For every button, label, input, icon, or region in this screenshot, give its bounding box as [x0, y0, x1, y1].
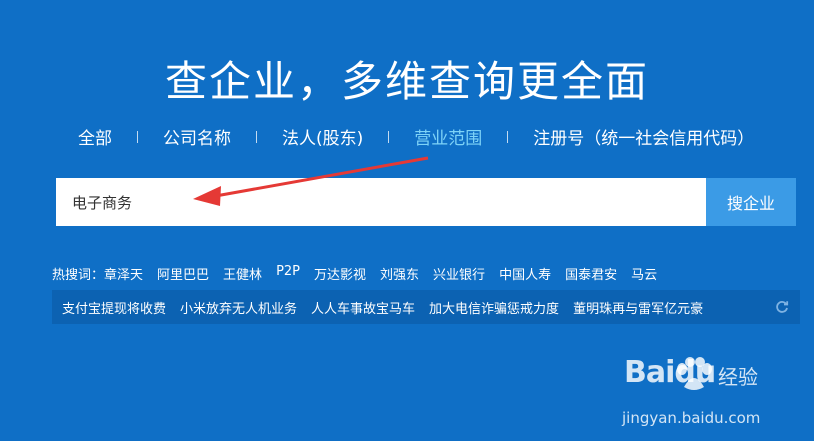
news-item[interactable]: 加大电信诈骗惩戒力度: [429, 298, 559, 317]
hot-search-row: 热搜词： 章泽天 阿里巴巴 王健林 P2P 万达影视 刘强东 兴业银行 中国人寿…: [52, 264, 671, 283]
tab-legal-person[interactable]: 法人(股东): [274, 124, 371, 149]
search-bar: 搜企业: [56, 178, 796, 226]
page-title: 查企业，多维查询更全面: [164, 57, 649, 106]
hot-search-item[interactable]: 万达影视: [314, 264, 366, 283]
hot-search-item[interactable]: 阿里巴巴: [157, 264, 209, 283]
tab-divider: [507, 130, 509, 143]
search-type-tabs: 全部 公司名称 法人(股东) 营业范围 注册号（统一社会信用代码）: [70, 124, 762, 149]
news-item[interactable]: 支付宝提现将收费: [62, 298, 166, 317]
search-input[interactable]: [56, 178, 706, 226]
news-item[interactable]: 董明珠再与雷军亿元豪: [573, 298, 703, 317]
hot-search-item[interactable]: 刘强东: [380, 264, 419, 283]
search-button[interactable]: 搜企业: [706, 178, 796, 226]
tab-all[interactable]: 全部: [70, 124, 120, 149]
tab-divider: [256, 130, 257, 143]
hot-search-item[interactable]: 国泰君安: [565, 264, 617, 283]
tab-divider: [388, 130, 390, 143]
news-ticker: 支付宝提现将收费 小米放弃无人机业务 人人车事故宝马车 加大电信诈骗惩戒力度 董…: [52, 290, 800, 324]
hot-search-label: 热搜词：: [52, 268, 105, 283]
watermark-url: jingyan.baidu.com: [622, 409, 761, 427]
baidu-jingyan-watermark: Baidu 经验 jingyan.baidu.com: [622, 355, 772, 427]
watermark-logo: Baidu: [624, 355, 716, 390]
news-item[interactable]: 小米放弃无人机业务: [180, 298, 297, 317]
hot-search-item[interactable]: 兴业银行: [433, 264, 485, 283]
refresh-icon[interactable]: [774, 299, 790, 315]
tab-registration-number[interactable]: 注册号（统一社会信用代码）: [525, 124, 762, 149]
hot-search-item[interactable]: 章泽天: [104, 264, 143, 283]
hot-search-item[interactable]: 中国人寿: [499, 264, 551, 283]
hot-search-item[interactable]: 马云: [631, 264, 657, 283]
tab-divider: [137, 130, 138, 143]
hot-search-item[interactable]: P2P: [276, 264, 300, 283]
tab-business-scope[interactable]: 营业范围: [406, 124, 490, 149]
watermark-jingyan: 经验: [718, 365, 758, 389]
tab-company-name[interactable]: 公司名称: [155, 124, 239, 149]
hot-search-item[interactable]: 王健林: [223, 264, 262, 283]
news-item[interactable]: 人人车事故宝马车: [311, 298, 415, 317]
